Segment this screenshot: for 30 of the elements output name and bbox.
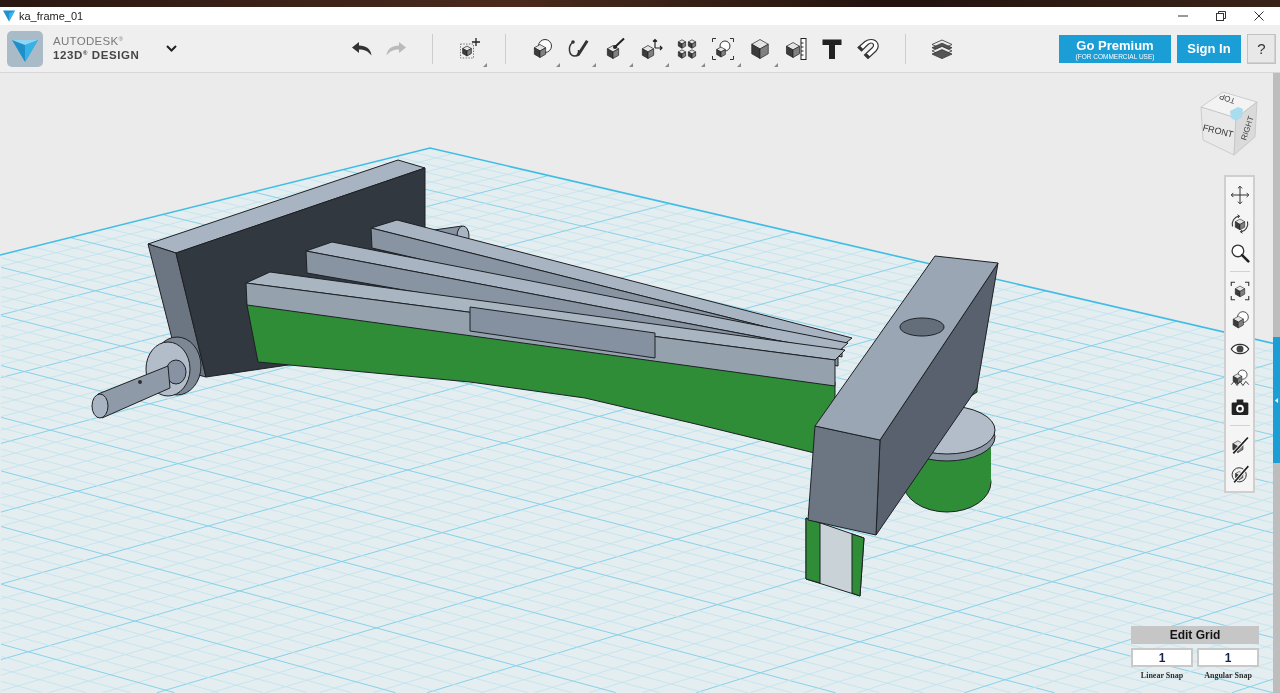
magnifier-icon <box>1229 242 1250 263</box>
triangle-left-icon <box>1274 397 1279 403</box>
field-label: Angular Snap <box>1204 671 1252 680</box>
magnet-icon <box>856 36 881 61</box>
brand-name: AUTODESK$^{®}$ <box>53 35 125 48</box>
product-name: 123D$^{®}$ DESIGN <box>53 49 141 62</box>
move-arrows-icon <box>1229 184 1250 205</box>
cube-zigzag-icon <box>1229 367 1250 388</box>
snap-input[interactable]: 1 <box>1131 648 1193 667</box>
logo-icon <box>7 30 43 67</box>
field-label: Linear Snap <box>1140 671 1184 680</box>
orbit-cube-icon <box>1229 213 1250 234</box>
view-cube[interactable]: TOP FRONT RIGHT <box>1196 88 1260 158</box>
cube-ruler-icon <box>784 36 809 61</box>
close-icon <box>1254 11 1264 21</box>
cube-frame-icon <box>711 36 736 61</box>
cube-brackets-icon <box>1229 280 1250 301</box>
chevron-down-icon <box>165 43 177 54</box>
snap-input[interactable]: 1 <box>1197 648 1259 667</box>
cube-face-label: RIGHT <box>1239 114 1256 142</box>
crossed-cube-icon <box>1229 434 1250 455</box>
cube-plus-icon <box>457 36 481 61</box>
edit-grid-button[interactable]: Edit Grid <box>1131 626 1259 644</box>
crossed-circle-icon <box>1229 463 1250 484</box>
window-title: ka_frame_01 <box>19 10 84 22</box>
cube-face-label: TOP <box>1217 91 1237 106</box>
help-button[interactable]: ? <box>1247 33 1276 64</box>
restore-icon <box>1216 11 1226 21</box>
app-logo-icon <box>3 10 15 22</box>
cube-face-label: FRONT <box>1201 122 1235 140</box>
